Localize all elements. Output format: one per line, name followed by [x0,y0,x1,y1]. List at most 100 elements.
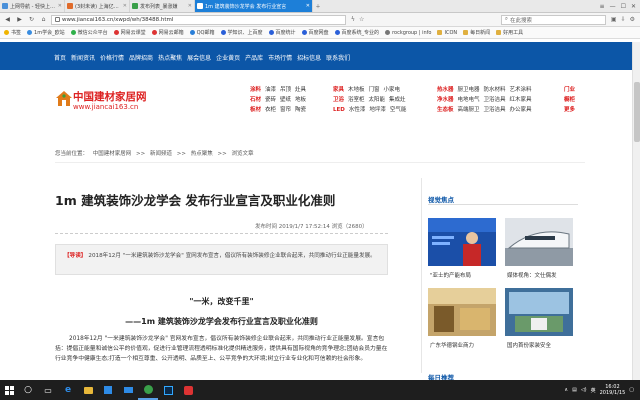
category-link[interactable]: 门窗 [369,86,380,94]
bookmark-item[interactable]: 书签 [4,29,21,36]
download-icon[interactable]: ⇩ [621,16,626,23]
bookmark-item[interactable]: 1m学会_欧站 [27,29,65,36]
close-tab-icon[interactable]: ✕ [306,3,310,9]
bookmark-item[interactable]: 网易云课堂 [113,29,146,36]
category-link[interactable]: 小家电 [384,86,401,94]
category-head[interactable]: 卫浴 [333,96,344,104]
category-head[interactable]: 家具 [333,86,344,94]
category-link[interactable]: 瓷砖 [265,96,276,104]
category-link[interactable]: 地坪漆 [369,106,386,114]
start-button[interactable] [0,380,18,400]
category-link[interactable]: 卫浴洁具 [484,106,506,114]
category-link[interactable]: 衣柜 [265,106,276,114]
category-link[interactable]: 高端厨卫 [458,106,480,114]
task-view-button[interactable]: ▭ [38,380,58,400]
bookmark-item[interactable]: rockgroup | info [385,30,431,36]
breadcrumb-link[interactable]: 中国建材家居网 [93,151,132,157]
new-tab-button[interactable]: ＋ [313,0,323,12]
category-link[interactable]: 水性漆 [349,106,366,114]
category-link[interactable]: 办公家具 [510,106,532,114]
nav-contact[interactable]: 联系我们 [326,53,350,62]
bookmark-item[interactable]: 百度统计 [268,29,296,36]
refresh-button[interactable]: ↻ [27,15,36,24]
scrollbar-thumb[interactable] [634,82,640,142]
category-link[interactable]: 地板 [295,96,306,104]
category-link[interactable]: 防水材料 [484,86,506,94]
nav-products[interactable]: 产品库 [245,53,263,62]
back-button[interactable]: ◀ [3,15,12,24]
category-head[interactable]: 更多 [564,106,575,114]
category-link[interactable]: 红木家具 [510,96,532,104]
category-link[interactable]: 电地电气 [458,96,480,104]
bookmark-item[interactable]: 微信公众平台 [70,29,108,36]
category-link[interactable]: 木地板 [348,86,365,94]
bookmark-item[interactable]: 每日新闻 [463,29,490,36]
address-input[interactable]: www.jiancai163.cn/xwpd/wh/38488.html [51,14,346,25]
category-link[interactable]: 空气能 [390,106,407,114]
category-link[interactable]: 太阳能 [369,96,386,104]
mail-button[interactable] [118,380,138,400]
explorer-button[interactable] [78,380,98,400]
minimize-button[interactable]: — [610,3,616,10]
close-window-button[interactable]: ✕ [631,3,636,10]
category-link[interactable]: 集成灶 [389,96,406,104]
bookmark-item[interactable]: ICON [437,30,457,36]
nav-prices[interactable]: 价格行情 [100,53,124,62]
search-input[interactable]: ⌕ 在此搜索 [500,14,606,25]
bookmark-item[interactable]: 好用工具 [496,29,523,36]
bookmark-item[interactable]: 百度系统_专业的 [334,29,379,36]
focus-card-caption[interactable]: 国内首份家装安全 [507,341,551,349]
menu-icon[interactable]: ≡ [600,3,605,10]
category-link[interactable]: 浴室柜 [348,96,365,104]
breadcrumb-link[interactable]: 热点聚焦 [191,151,213,157]
store-button[interactable] [98,380,118,400]
category-head[interactable]: 生态板 [437,106,454,114]
focus-card-image[interactable] [505,288,573,336]
extension-icon[interactable]: ▣ [611,16,617,23]
nav-hot[interactable]: 热点聚焦 [158,53,182,62]
nav-directory[interactable]: 企业黄页 [216,53,240,62]
home-button[interactable]: ⌂ [39,15,48,24]
category-head[interactable]: 门业 [564,86,575,94]
nav-brands[interactable]: 品牌招商 [129,53,153,62]
category-head[interactable]: 板材 [250,106,261,114]
category-link[interactable]: 艺术涂料 [510,86,532,94]
close-tab-icon[interactable]: ✕ [58,3,62,9]
category-head[interactable]: 净水器 [437,96,454,104]
bookmark-item[interactable]: 学知识、上百度 [220,29,263,36]
category-link[interactable]: 灶具 [295,86,306,94]
nav-tenders[interactable]: 招标信息 [297,53,321,62]
app-button[interactable] [178,380,198,400]
tab-article[interactable]: 1m 建筑装饰沙龙学会 发布行业宣言 ✕ [195,0,313,12]
bookmark-item[interactable]: 百度网盘 [301,29,329,36]
lightning-icon[interactable]: ϟ [351,16,355,23]
category-head[interactable]: 橱柜 [564,96,575,104]
category-link[interactable]: 卫浴洁具 [484,96,506,104]
category-link[interactable]: 厨卫电器 [458,86,480,94]
category-link[interactable]: 吊顶 [280,86,291,94]
bookmark-item[interactable]: 网易云邮箱 [151,29,184,36]
forward-button[interactable]: ▶ [15,15,24,24]
breadcrumb-link[interactable]: 新闻频道 [150,151,172,157]
close-tab-icon[interactable]: ✕ [123,3,127,9]
category-head[interactable]: 石材 [250,96,261,104]
category-head[interactable]: 涂料 [250,86,261,94]
focus-card-caption[interactable]: 媒体视角：文仕偶发 [507,271,557,279]
notification-icon[interactable]: ▢ [629,387,634,393]
category-head[interactable]: 热水器 [437,86,454,94]
focus-card-image[interactable] [428,288,496,336]
nav-market[interactable]: 市场行情 [268,53,292,62]
focus-card-caption[interactable]: "亚士的产能布局 [430,271,471,279]
clock[interactable]: 16:02 2019/1/15 [600,384,626,396]
search-taskbar-button[interactable]: ○ [18,380,38,400]
nav-expo[interactable]: 展会信息 [187,53,211,62]
edge-button[interactable]: e [58,380,78,400]
focus-card-image[interactable] [505,218,573,266]
page-scrollbar[interactable] [632,42,640,380]
star-icon[interactable]: ☆ [359,16,364,23]
site-logo[interactable]: 中国建材家居网 www.jiancai163.cn [55,86,150,114]
category-link[interactable]: 壁纸 [280,96,291,104]
input-language[interactable]: 英 [591,387,596,394]
category-link[interactable]: 油漆 [265,86,276,94]
nav-home[interactable]: 首页 [54,53,66,62]
